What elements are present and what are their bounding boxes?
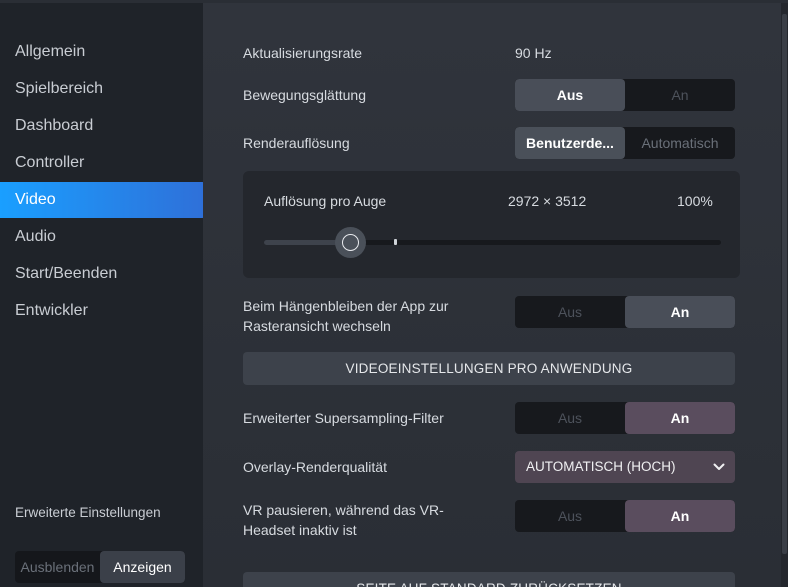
- grid-on-hang-on[interactable]: An: [625, 296, 735, 328]
- chevron-down-icon: [713, 463, 725, 470]
- advanced-settings-label: Erweiterte Einstellungen: [15, 505, 161, 520]
- sidebar-item-start-beenden[interactable]: Start/Beenden: [0, 256, 208, 292]
- render-resolution-auto[interactable]: Automatisch: [625, 127, 735, 159]
- sidebar-item-dashboard[interactable]: Dashboard: [0, 108, 208, 144]
- sidebar-item-audio[interactable]: Audio: [0, 219, 208, 255]
- render-resolution-toggle: Benutzerde... Automatisch: [515, 127, 735, 159]
- resolution-slider-default-tick: [394, 239, 397, 245]
- scrollbar-thumb[interactable]: [782, 14, 787, 554]
- overlay-quality-dropdown[interactable]: AUTOMATISCH (HOCH): [515, 451, 735, 483]
- pause-vr-on[interactable]: An: [625, 500, 735, 532]
- sidebar-item-entwickler[interactable]: Entwickler: [0, 293, 208, 329]
- render-resolution-custom[interactable]: Benutzerde...: [515, 127, 625, 159]
- reset-to-default-button[interactable]: SEITE AUF STANDARD ZURÜCKSETZEN: [243, 572, 735, 587]
- refresh-rate-label: Aktualisierungsrate: [243, 45, 363, 61]
- motion-smoothing-toggle: Aus An: [515, 79, 735, 111]
- sidebar-item-allgemein[interactable]: Allgemein: [0, 34, 208, 70]
- supersampling-filter-on[interactable]: An: [625, 402, 735, 434]
- motion-smoothing-on[interactable]: An: [625, 79, 735, 111]
- advanced-settings-toggle: Ausblenden Anzeigen: [15, 551, 185, 583]
- pause-vr-toggle: Aus An: [515, 500, 735, 532]
- render-resolution-label: Renderauflösung: [243, 135, 350, 151]
- pause-vr-off[interactable]: Aus: [515, 500, 625, 532]
- grid-on-hang-toggle: Aus An: [515, 296, 735, 328]
- sidebar-item-spielbereich[interactable]: Spielbereich: [0, 71, 208, 107]
- overlay-quality-value: AUTOMATISCH (HOCH): [526, 459, 676, 474]
- supersampling-filter-label: Erweiterter Supersampling-Filter: [243, 410, 444, 426]
- sidebar-item-controller[interactable]: Controller: [0, 145, 208, 181]
- motion-smoothing-label: Bewegungsglättung: [243, 87, 366, 103]
- advanced-show-option[interactable]: Anzeigen: [100, 551, 185, 583]
- settings-window: Allgemein Spielbereich Dashboard Control…: [0, 0, 788, 587]
- advanced-hide-option[interactable]: Ausblenden: [15, 551, 100, 583]
- pause-vr-label: VR pausieren, während das VR-Headset ina…: [243, 502, 444, 538]
- supersampling-filter-toggle: Aus An: [515, 402, 735, 434]
- motion-smoothing-off[interactable]: Aus: [515, 79, 625, 111]
- per-app-video-settings-button[interactable]: VIDEOEINSTELLUNGEN PRO ANWENDUNG: [243, 352, 735, 385]
- overlay-quality-label: Overlay-Renderqualität: [243, 459, 387, 475]
- per-eye-resolution-label: Auflösung pro Auge: [264, 193, 387, 209]
- grid-on-hang-label: Beim Hängenbleiben der App zur Rasterans…: [243, 298, 449, 334]
- grid-on-hang-off[interactable]: Aus: [515, 296, 625, 328]
- per-eye-resolution-panel: [243, 171, 740, 278]
- per-eye-resolution-percent: 100%: [677, 193, 713, 209]
- slider-knob-icon: [342, 234, 359, 251]
- sidebar-item-video[interactable]: Video: [0, 182, 208, 218]
- per-eye-resolution-value: 2972 × 3512: [508, 193, 587, 209]
- supersampling-filter-off[interactable]: Aus: [515, 402, 625, 434]
- refresh-rate-value[interactable]: 90 Hz: [515, 45, 552, 61]
